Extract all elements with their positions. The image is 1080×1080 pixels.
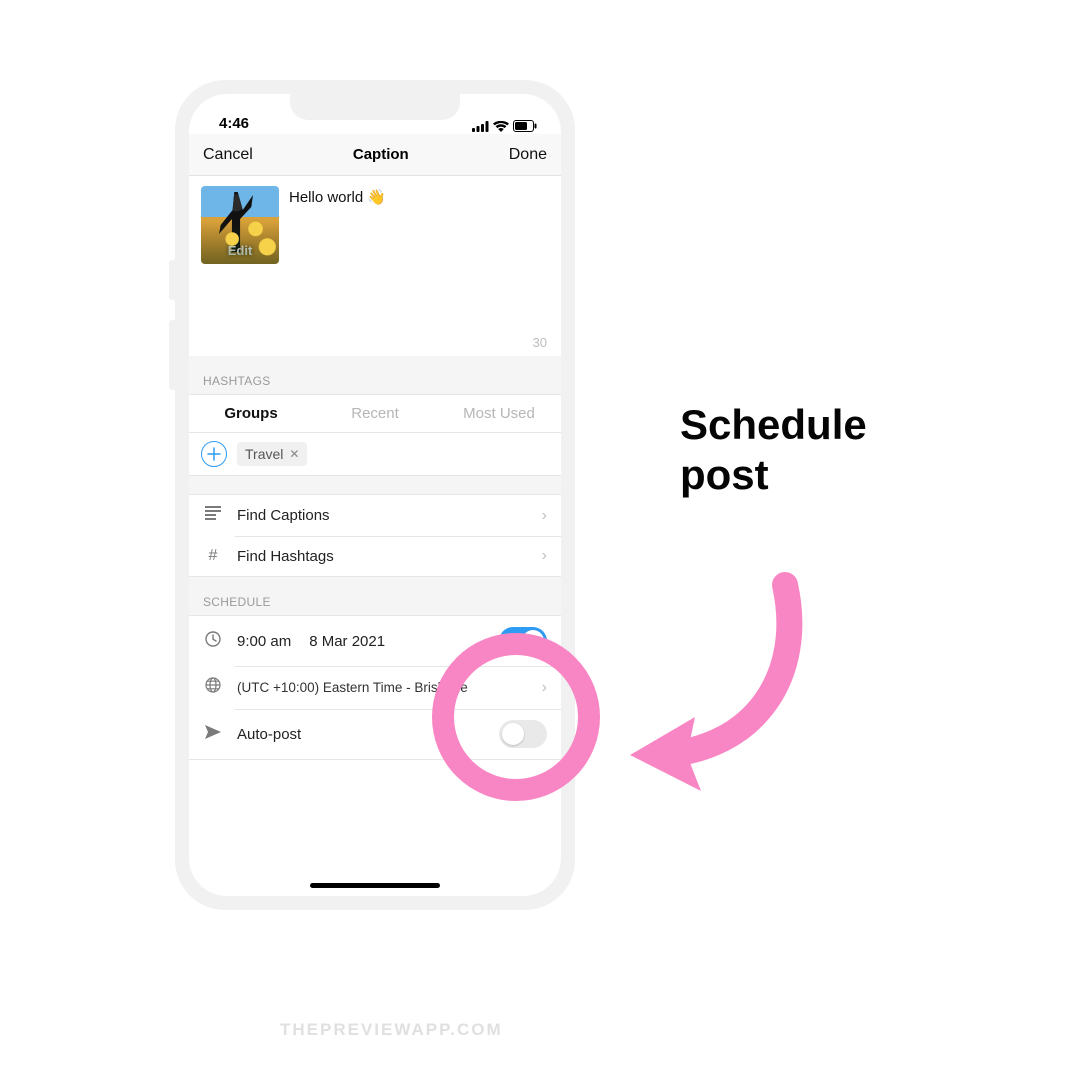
caption-area: Edit Hello world 👋 30 — [189, 176, 561, 356]
hashtag-tabs: Groups Recent Most Used — [189, 394, 561, 433]
schedule-label: SCHEDULE — [189, 577, 561, 615]
hashtag-icon: # — [203, 547, 223, 565]
post-thumbnail[interactable]: Edit — [201, 186, 279, 264]
schedule-time: 9:00 am — [237, 633, 291, 650]
find-hashtags-label: Find Hashtags — [237, 548, 334, 565]
done-button[interactable]: Done — [509, 146, 547, 164]
tab-groups[interactable]: Groups — [189, 395, 313, 432]
signal-icon — [472, 121, 489, 132]
annotation-line2: post — [680, 450, 867, 500]
globe-icon — [203, 677, 223, 698]
send-icon — [203, 725, 223, 744]
hashtag-chip-travel[interactable]: Travel ✕ — [237, 442, 307, 466]
annotation-line1: Schedule — [680, 400, 867, 450]
thumbnail-edit-label: Edit — [201, 243, 279, 258]
caption-input[interactable]: Hello world 👋 — [289, 186, 386, 356]
watermark: THEPREVIEWAPP.COM — [280, 1020, 503, 1040]
find-captions-label: Find Captions — [237, 507, 330, 524]
hashtag-group-row: Travel ✕ — [189, 433, 561, 476]
tools-section: Find Captions › # Find Hashtags › — [189, 476, 561, 577]
nav-bar: Cancel Caption Done — [189, 134, 561, 176]
home-indicator — [310, 883, 440, 888]
hashtags-label: HASHTAGS — [189, 356, 561, 394]
annotation-arrow-icon — [605, 565, 835, 795]
status-time: 4:46 — [219, 115, 249, 132]
battery-icon — [513, 120, 537, 132]
tab-recent[interactable]: Recent — [313, 395, 437, 432]
find-captions-row[interactable]: Find Captions › — [189, 495, 561, 536]
annotation-text: Schedule post — [680, 400, 867, 501]
annotation-circle — [432, 633, 600, 801]
plus-icon — [207, 447, 221, 461]
clock-icon — [203, 631, 223, 652]
nav-title: Caption — [353, 146, 409, 163]
chevron-right-icon: › — [542, 547, 547, 565]
tab-most-used[interactable]: Most Used — [437, 395, 561, 432]
schedule-date: 8 Mar 2021 — [309, 633, 385, 650]
add-hashtag-group-button[interactable] — [201, 441, 227, 467]
wifi-icon — [493, 121, 509, 132]
hashtags-section: HASHTAGS Groups Recent Most Used Travel … — [189, 356, 561, 476]
autopost-label: Auto-post — [237, 726, 301, 743]
hashtag-counter: 30 — [533, 335, 547, 350]
cancel-button[interactable]: Cancel — [203, 146, 253, 164]
find-hashtags-row[interactable]: # Find Hashtags › — [189, 536, 561, 576]
timezone-label: (UTC +10:00) Eastern Time - Brisbane — [237, 680, 468, 695]
phone-notch — [290, 94, 460, 120]
captions-icon — [203, 506, 223, 525]
status-icons — [472, 120, 537, 132]
chevron-right-icon: › — [542, 507, 547, 525]
hashtag-chip-label: Travel — [245, 446, 283, 462]
remove-chip-icon[interactable]: ✕ — [289, 447, 299, 461]
